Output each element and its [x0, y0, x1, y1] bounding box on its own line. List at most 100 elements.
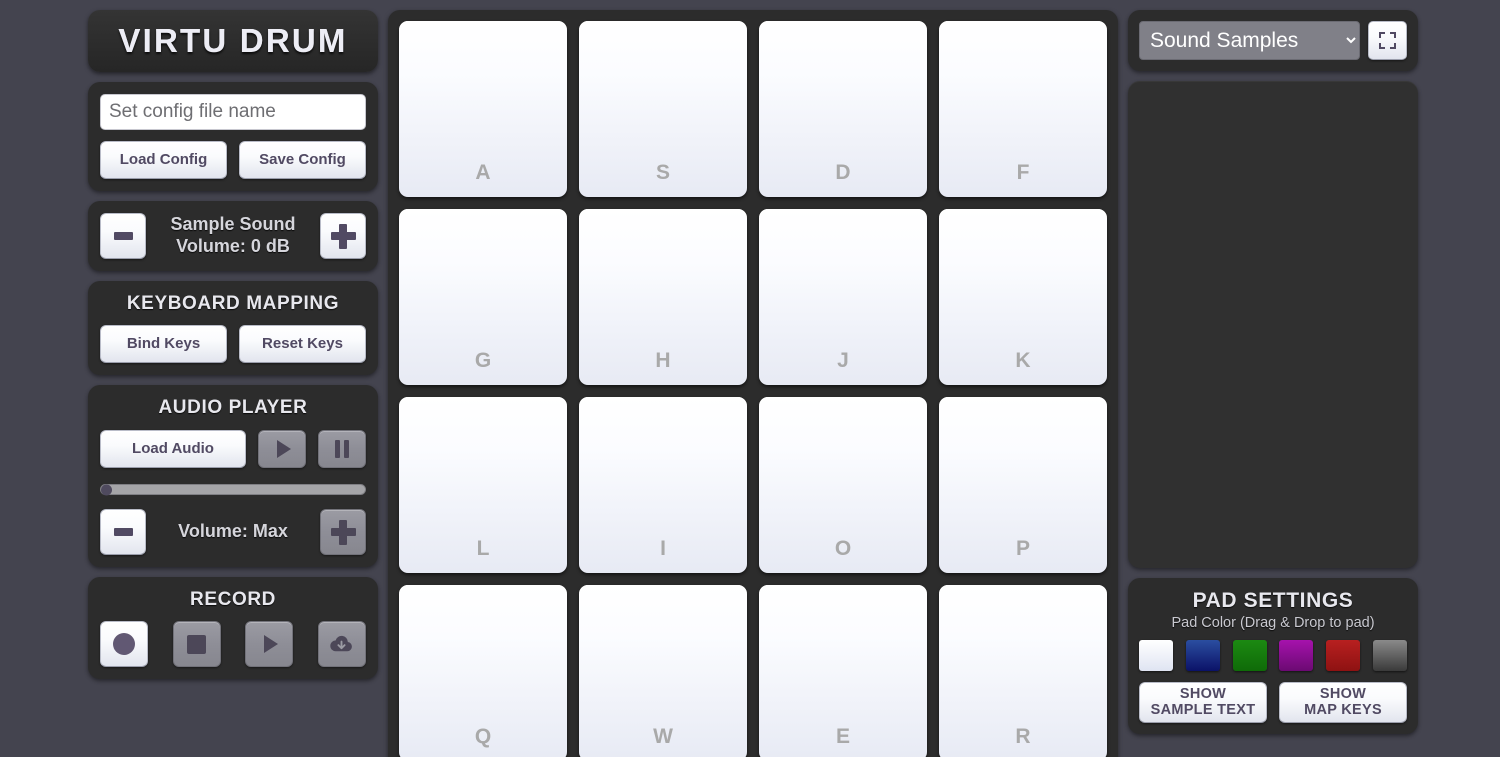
pad-key-label: S: [655, 161, 670, 184]
sample-volume-label-line1: Sample Sound: [170, 214, 296, 235]
sample-source-select[interactable]: Sound Samples: [1139, 21, 1360, 60]
plus-icon: [330, 519, 356, 545]
pad-key-label: O: [834, 537, 852, 560]
pad-grid: A S D F G H J K L I O P Q W E R: [399, 21, 1107, 757]
bind-keys-button[interactable]: Bind Keys: [100, 325, 227, 363]
sample-volume-label: Sample Sound Volume: 0 dB: [154, 214, 312, 258]
pad-key-label: R: [1015, 725, 1031, 748]
audio-player-section: AUDIO PLAYER Load Audio Volume: Max: [88, 385, 378, 567]
drum-pad[interactable]: S: [579, 21, 747, 197]
record-stop-button[interactable]: [172, 621, 221, 667]
drum-pad[interactable]: F: [939, 21, 1107, 197]
record-section: RECORD: [88, 577, 378, 679]
pad-key-label: J: [837, 349, 849, 372]
pad-key-label: P: [1015, 537, 1030, 560]
pad-key-label: D: [835, 161, 851, 184]
fullscreen-icon: [1379, 32, 1396, 49]
play-icon: [276, 440, 291, 458]
plus-icon: [330, 223, 356, 249]
drum-pad[interactable]: J: [759, 209, 927, 385]
pad-color-swatch-white[interactable]: [1139, 640, 1173, 671]
pad-key-label: I: [660, 537, 666, 560]
sample-volume-increase-button[interactable]: [320, 213, 366, 259]
cloud-download-icon: [330, 635, 353, 651]
record-download-button[interactable]: [317, 621, 366, 667]
show-map-keys-line1: SHOW: [1319, 686, 1367, 703]
right-panel: Sound Samples PAD SETTINGS Pad Color (Dr…: [1128, 10, 1418, 734]
load-audio-button[interactable]: Load Audio: [100, 430, 246, 468]
keyboard-mapping-title: KEYBOARD MAPPING: [126, 293, 340, 314]
pad-grid-panel: A S D F G H J K L I O P Q W E R: [388, 10, 1118, 757]
record-start-button[interactable]: [100, 621, 148, 667]
reset-keys-button[interactable]: Reset Keys: [239, 325, 366, 363]
audio-player-title: AUDIO PLAYER: [158, 397, 308, 418]
pad-color-swatch-red[interactable]: [1326, 640, 1361, 671]
drum-pad[interactable]: I: [579, 397, 747, 573]
play-icon: [263, 635, 278, 653]
drum-pad[interactable]: K: [939, 209, 1107, 385]
minus-icon: [113, 232, 133, 240]
config-section: Load Config Save Config: [88, 82, 378, 191]
drum-pad[interactable]: R: [939, 585, 1107, 757]
drum-pad[interactable]: O: [759, 397, 927, 573]
pause-icon: [335, 440, 349, 458]
stop-square-icon: [187, 634, 207, 654]
drum-pad[interactable]: G: [399, 209, 567, 385]
pad-color-swatch-blue[interactable]: [1185, 640, 1220, 671]
pad-key-label: W: [653, 725, 673, 748]
record-play-button[interactable]: [245, 621, 294, 667]
pad-key-label: E: [835, 725, 850, 748]
drum-pad[interactable]: A: [399, 21, 567, 197]
audio-pause-button[interactable]: [318, 430, 366, 468]
sample-source-bar: Sound Samples: [1128, 10, 1418, 71]
sample-list[interactable]: [1128, 81, 1418, 568]
show-map-keys-line2: MAP KEYS: [1304, 701, 1382, 718]
drum-pad[interactable]: E: [759, 585, 927, 757]
pad-settings-section: PAD SETTINGS Pad Color (Drag & Drop to p…: [1128, 578, 1418, 734]
drum-pad[interactable]: W: [579, 585, 747, 757]
record-title: RECORD: [190, 589, 276, 610]
drum-pad[interactable]: Q: [399, 585, 567, 757]
sample-volume-section: Sample Sound Volume: 0 dB: [88, 201, 378, 271]
pad-key-label: F: [1016, 161, 1030, 184]
save-config-button[interactable]: Save Config: [239, 141, 366, 179]
pad-color-swatch-green[interactable]: [1232, 640, 1267, 671]
pad-settings-subtitle: Pad Color (Drag & Drop to pad): [1171, 615, 1375, 631]
sample-volume-label-line2: Volume: 0 dB: [176, 236, 290, 256]
drum-pad[interactable]: D: [759, 21, 927, 197]
pad-color-swatch-gray[interactable]: [1372, 640, 1407, 671]
pad-key-label: H: [655, 349, 671, 372]
audio-volume-increase-button[interactable]: [320, 509, 366, 555]
pad-key-label: A: [475, 161, 491, 184]
sample-volume-decrease-button[interactable]: [100, 213, 146, 259]
pad-settings-title: PAD SETTINGS: [1192, 589, 1354, 612]
app-brand: VIRTU DRUM: [88, 10, 378, 72]
drum-pad[interactable]: P: [939, 397, 1107, 573]
keyboard-mapping-section: KEYBOARD MAPPING Bind Keys Reset Keys: [88, 281, 378, 375]
audio-seek-slider[interactable]: [100, 484, 366, 495]
pad-key-label: Q: [474, 725, 492, 748]
pad-key-label: G: [474, 349, 492, 372]
show-map-keys-button[interactable]: SHOW MAP KEYS: [1279, 682, 1407, 723]
load-config-button[interactable]: Load Config: [100, 141, 227, 179]
sidebar: VIRTU DRUM Load Config Save Config Sampl…: [88, 10, 378, 679]
audio-seek-thumb[interactable]: [101, 484, 112, 495]
pad-color-swatches: [1139, 640, 1407, 671]
app-title: VIRTU DRUM: [118, 22, 348, 59]
audio-play-button[interactable]: [258, 430, 306, 468]
pad-color-swatch-purple[interactable]: [1279, 640, 1314, 671]
app-root: VIRTU DRUM Load Config Save Config Sampl…: [0, 0, 1500, 757]
minus-icon: [113, 528, 133, 536]
show-sample-text-line1: SHOW: [1179, 686, 1227, 703]
pad-key-label: K: [1015, 349, 1031, 372]
fullscreen-button[interactable]: [1368, 21, 1407, 60]
audio-volume-decrease-button[interactable]: [100, 509, 146, 555]
audio-volume-label: Volume: Max: [178, 521, 288, 542]
pad-key-label: L: [476, 537, 490, 560]
record-dot-icon: [113, 633, 135, 655]
drum-pad[interactable]: H: [579, 209, 747, 385]
show-sample-text-button[interactable]: SHOW SAMPLE TEXT: [1139, 682, 1267, 723]
drum-pad[interactable]: L: [399, 397, 567, 573]
show-sample-text-line2: SAMPLE TEXT: [1150, 701, 1256, 718]
config-file-name-input[interactable]: [100, 94, 366, 130]
